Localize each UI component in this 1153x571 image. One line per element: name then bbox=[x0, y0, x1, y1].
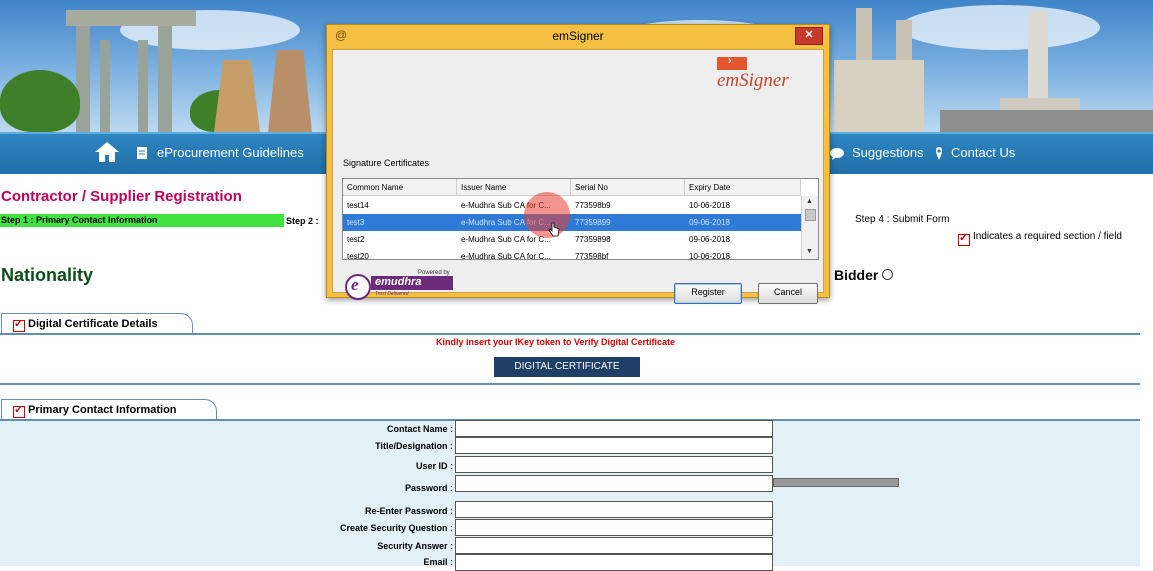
security-question-input[interactable] bbox=[455, 519, 773, 536]
cell-expiry-date: 10-06-2018 bbox=[689, 252, 730, 260]
emudhra-brand-text: emudhra bbox=[375, 276, 422, 288]
register-button[interactable]: Register bbox=[674, 283, 742, 304]
step-1-indicator[interactable]: Step 1 : Primary Contact Information bbox=[0, 214, 284, 227]
cell-common-name: test20 bbox=[347, 252, 369, 260]
primary-contact-tab: Primary Contact Information bbox=[1, 399, 217, 420]
dialog-close-button[interactable]: ✕ bbox=[795, 27, 823, 45]
cancel-button[interactable]: Cancel bbox=[758, 283, 818, 304]
bidder-radio[interactable] bbox=[882, 269, 893, 280]
security-answer-label: Security Answer : bbox=[377, 541, 453, 551]
required-check-icon bbox=[958, 231, 970, 246]
emsigner-dialog: @ emSigner ✕ › emSigner Signature Certif… bbox=[326, 24, 830, 304]
password-label: Password : bbox=[404, 483, 453, 493]
digital-certificate-button[interactable]: DIGITAL CERTIFICATE bbox=[494, 357, 640, 377]
emudhra-brand-bar: emudhra bbox=[371, 276, 453, 290]
column-header-serial-no[interactable]: Serial No bbox=[571, 179, 685, 196]
user-id-input[interactable] bbox=[455, 456, 773, 473]
cell-issuer-name: e-Mudhra Sub CA for C... bbox=[461, 252, 551, 260]
bidder-label: Bidder bbox=[834, 267, 879, 283]
re-enter-password-input[interactable] bbox=[455, 501, 773, 518]
table-row[interactable]: test2 e-Mudhra Sub CA for C... 77359898 … bbox=[343, 231, 801, 248]
cell-expiry-date: 10-06-2018 bbox=[689, 201, 730, 210]
emsigner-logo-icon: › bbox=[717, 55, 747, 70]
cell-common-name: test14 bbox=[347, 201, 369, 210]
security-question-label: Create Security Question : bbox=[339, 523, 453, 533]
primary-contact-tab-label: Primary Contact Information bbox=[28, 404, 177, 416]
required-note: Indicates a required section / field bbox=[973, 231, 1122, 242]
dialog-title: emSigner bbox=[552, 29, 604, 43]
emudhra-tagline: Trust Delivered bbox=[375, 291, 409, 297]
nav-eprocurement-guidelines[interactable]: eProcurement Guidelines bbox=[157, 145, 304, 160]
nav-suggestions[interactable]: Suggestions bbox=[852, 145, 924, 160]
user-id-label: User ID : bbox=[415, 461, 453, 471]
step-1-label: Step 1 : Primary Contact Information bbox=[1, 215, 158, 225]
dialog-body: › emSigner Signature Certificates Common… bbox=[332, 49, 824, 304]
cell-expiry-date: 09-06-2018 bbox=[689, 218, 730, 227]
title-designation-input[interactable] bbox=[455, 437, 773, 454]
scrollbar-thumb[interactable] bbox=[805, 209, 816, 221]
cell-serial-no: 773598bf bbox=[575, 252, 609, 260]
cell-serial-no: 77359898 bbox=[575, 235, 611, 244]
ikey-notice: Kindly insert your IKey token to Verify … bbox=[436, 337, 676, 347]
primary-contact-check-icon bbox=[13, 403, 25, 418]
section-divider bbox=[0, 333, 1140, 335]
security-answer-input[interactable] bbox=[455, 537, 773, 554]
contact-name-label: Contact Name : bbox=[386, 424, 453, 434]
scroll-up-icon[interactable]: ▲ bbox=[806, 198, 813, 205]
emudhra-logo-icon: e bbox=[345, 274, 371, 300]
title-designation-label: Title/Designation : bbox=[375, 441, 453, 451]
close-icon: ✕ bbox=[804, 29, 814, 41]
cell-expiry-date: 09-06-2018 bbox=[689, 235, 730, 244]
table-row-selected[interactable]: test3 e-Mudhra Sub CA for C... 77359899 … bbox=[343, 214, 801, 231]
scroll-down-icon[interactable]: ▼ bbox=[806, 248, 813, 255]
section-divider bbox=[0, 383, 1140, 385]
contact-name-input[interactable] bbox=[455, 420, 773, 437]
cell-common-name: test3 bbox=[347, 218, 365, 227]
column-header-common-name[interactable]: Common Name bbox=[343, 179, 457, 196]
digital-certificate-tab: Digital Certificate Details bbox=[1, 313, 193, 334]
document-icon bbox=[137, 147, 147, 159]
email-input[interactable] bbox=[455, 554, 773, 571]
chat-bubble-icon bbox=[830, 148, 844, 160]
column-header-expiry-date[interactable]: Expiry Date bbox=[685, 179, 801, 196]
page-title: Contractor / Supplier Registration bbox=[1, 188, 242, 205]
password-strength-bar bbox=[773, 478, 899, 487]
step-4-label: Step 4 : Submit Form bbox=[855, 214, 950, 225]
click-highlight bbox=[524, 192, 570, 238]
cell-serial-no: 77359899 bbox=[575, 218, 611, 227]
signature-certificates-table[interactable]: Common Name Issuer Name Serial No Expiry… bbox=[342, 178, 819, 260]
table-scrollbar[interactable]: ▲ ▼ bbox=[801, 196, 818, 259]
location-pin-icon bbox=[936, 147, 942, 160]
home-icon[interactable] bbox=[94, 141, 120, 163]
step-2-label: Step 2 : bbox=[286, 216, 319, 226]
nationality-heading: Nationality bbox=[1, 265, 94, 285]
digital-certificate-check-icon bbox=[13, 317, 25, 332]
hand-cursor-icon bbox=[548, 222, 560, 237]
nav-contact-us[interactable]: Contact Us bbox=[951, 145, 1015, 160]
table-row[interactable]: test20 e-Mudhra Sub CA for C... 773598bf… bbox=[343, 248, 801, 260]
table-row[interactable]: test14 e-Mudhra Sub CA for C... 773598b9… bbox=[343, 197, 801, 214]
password-input[interactable] bbox=[455, 475, 773, 492]
re-enter-password-label: Re-Enter Password : bbox=[364, 506, 453, 516]
emsigner-logo-text: emSigner bbox=[717, 70, 789, 91]
signature-certificates-label: Signature Certificates bbox=[343, 158, 430, 168]
cell-common-name: test2 bbox=[347, 235, 365, 244]
cell-serial-no: 773598b9 bbox=[575, 201, 611, 210]
digital-certificate-tab-label: Digital Certificate Details bbox=[28, 318, 158, 330]
